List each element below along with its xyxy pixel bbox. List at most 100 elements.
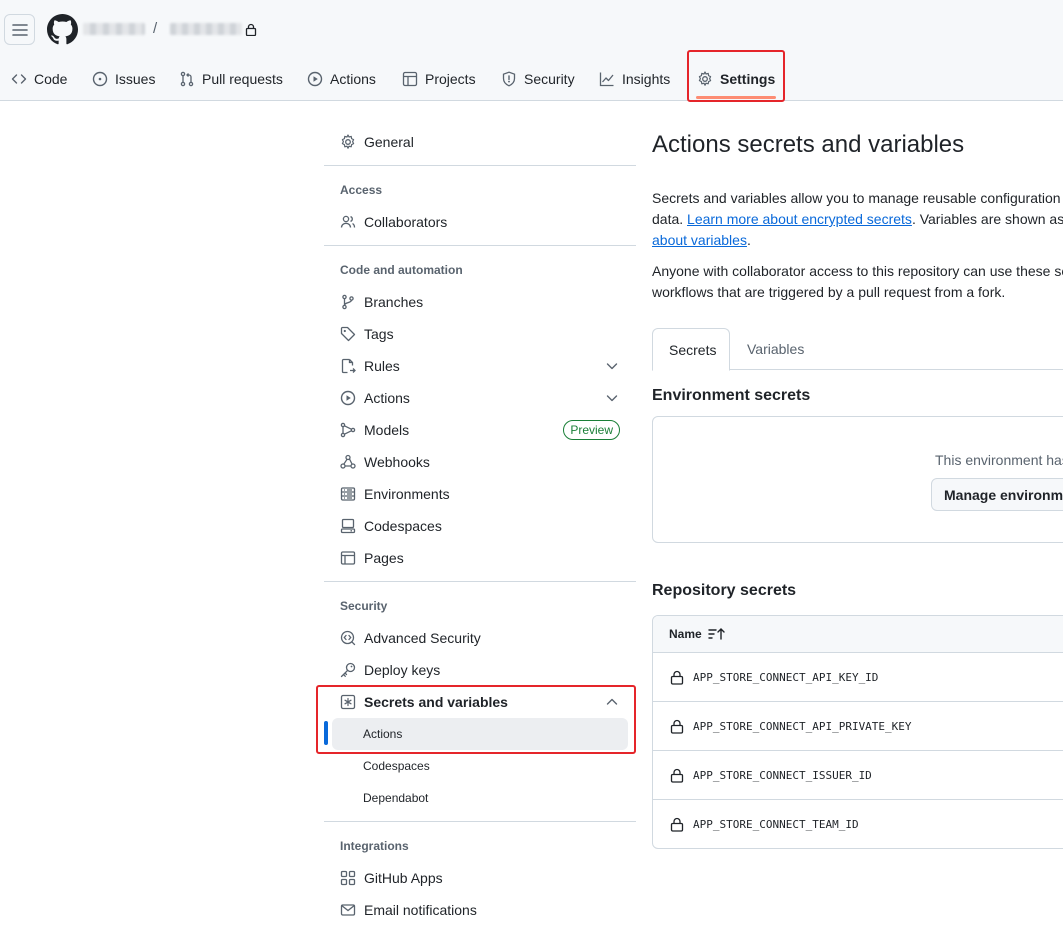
table-icon	[402, 71, 418, 87]
tab-label: Insights	[622, 71, 671, 87]
sort-ascending-icon[interactable]	[707, 627, 726, 641]
tab-label: Security	[524, 71, 575, 87]
tab-issues[interactable]: Issues	[92, 62, 155, 96]
breadcrumb-owner[interactable]	[83, 23, 145, 35]
secret-name: APP_STORE_CONNECT_TEAM_ID	[693, 818, 859, 831]
divider	[324, 165, 636, 166]
sidebar-item-label: GitHub Apps	[364, 870, 443, 886]
sidebar-item-label: Environments	[364, 486, 450, 502]
table-row: APP_STORE_CONNECT_ISSUER_ID	[653, 751, 1063, 800]
sidebar-item-pages[interactable]: Pages	[332, 542, 636, 574]
divider	[324, 821, 636, 822]
sidebar-item-email-notifications[interactable]: Email notifications	[332, 894, 636, 926]
tab-insights[interactable]: Insights	[599, 62, 670, 96]
secret-name: APP_STORE_CONNECT_API_KEY_ID	[693, 670, 879, 684]
sidebar-item-label: Actions	[364, 390, 410, 406]
apps-icon	[340, 870, 356, 886]
sidebar-item-label: Codespaces	[364, 518, 442, 534]
sidebar-item-label: Models	[364, 422, 410, 438]
table-row: APP_STORE_CONNECT_API_PRIVATE_KEY	[653, 702, 1063, 751]
rules-icon	[341, 358, 356, 374]
tab-label: Code	[34, 71, 68, 87]
sidebar-item-collaborators[interactable]: Collaborators	[332, 206, 636, 238]
tab-actions[interactable]: Actions	[307, 62, 376, 96]
hamburger-icon	[11, 23, 28, 36]
issue-icon	[92, 71, 108, 87]
tab-label: Projects	[425, 71, 476, 87]
table-header: Name	[653, 616, 1063, 653]
chevron-down-icon[interactable]	[604, 390, 620, 406]
gear-icon	[341, 134, 355, 149]
secret-name: APP_STORE_CONNECT_ISSUER_ID	[693, 768, 872, 782]
tab-label: Variables	[747, 341, 805, 357]
tag-icon	[340, 326, 356, 342]
pull-request-icon	[180, 71, 194, 87]
secrets-variables-tabs: Secrets Variables	[652, 328, 1063, 371]
tab-pull-requests[interactable]: Pull requests	[179, 62, 283, 96]
sidebar-item-deploy-keys[interactable]: Deploy keys	[332, 654, 636, 686]
learn-more-secrets-link[interactable]: Learn more about encrypted secrets	[687, 211, 912, 227]
environment-empty-text: This environment has	[935, 452, 1063, 468]
repository-secrets-title: Repository secrets	[652, 582, 797, 599]
repository-secrets-table: Name APP_STORE_CONNECT_API_KEY_ID APP_ST…	[652, 615, 1063, 849]
server-icon	[340, 487, 356, 501]
sidebar-item-label: General	[364, 134, 414, 150]
sidebar-item-rules[interactable]: Rules	[332, 350, 636, 382]
tab-variables[interactable]: Variables	[731, 328, 820, 370]
intro-text: . Variables are shown as p	[911, 211, 1063, 227]
github-logo-icon[interactable]	[47, 14, 78, 45]
sidebar-item-github-apps[interactable]: GitHub Apps	[332, 862, 636, 894]
sidebar-heading-integrations: Integrations	[340, 839, 409, 853]
sidebar-item-environments[interactable]: Environments	[332, 478, 636, 510]
tab-code[interactable]: Code	[11, 62, 67, 96]
tab-label: Secrets	[669, 341, 717, 358]
mail-icon	[340, 904, 356, 916]
menu-button[interactable]	[4, 14, 35, 45]
lock-icon	[245, 23, 257, 36]
intro-paragraph: Secrets and variables allow you to manag…	[652, 188, 1063, 251]
intro-text: .	[746, 232, 751, 248]
key-icon	[340, 662, 356, 678]
breadcrumb-repo[interactable]	[170, 23, 242, 35]
sidebar-item-label: Deploy keys	[364, 662, 441, 678]
sidebar-item-actions[interactable]: Actions	[332, 382, 636, 414]
page-title: Actions secrets and variables	[652, 131, 965, 158]
sidebar-item-label: Tags	[364, 326, 394, 342]
sidebar-item-advanced-security[interactable]: Advanced Security	[332, 622, 636, 654]
sidebar-item-general[interactable]: General	[332, 126, 636, 158]
sidebar-subitem-codespaces[interactable]: Codespaces	[332, 750, 628, 782]
lock-icon	[670, 670, 684, 685]
secret-name: APP_STORE_CONNECT_API_PRIVATE_KEY	[693, 719, 912, 733]
lock-icon	[670, 817, 684, 832]
lock-icon	[670, 719, 684, 734]
tab-security[interactable]: Security	[501, 62, 575, 96]
models-icon	[340, 422, 356, 438]
access-paragraph: Anyone with collaborator access to this …	[652, 261, 1063, 303]
sidebar-heading-security: Security	[340, 599, 388, 613]
sidebar-heading-code-automation: Code and automation	[340, 263, 463, 277]
sidebar-subitem-dependabot[interactable]: Dependabot	[332, 782, 628, 814]
tab-secrets[interactable]: Secrets	[652, 328, 730, 371]
chevron-down-icon[interactable]	[604, 358, 620, 374]
environment-secrets-title: Environment secrets	[652, 387, 811, 404]
codescan-icon	[340, 630, 356, 646]
manage-environments-button[interactable]: Manage environme	[931, 478, 1063, 511]
sidebar-item-branches[interactable]: Branches	[332, 286, 636, 318]
sidebar-item-codespaces[interactable]: Codespaces	[332, 510, 636, 542]
access-text: Anyone with collaborator access to this …	[652, 263, 1063, 279]
repo-header: / Code Issues Pull requests Actions Proj…	[0, 0, 1063, 101]
tab-label: Pull requests	[202, 71, 283, 87]
tab-projects[interactable]: Projects	[402, 62, 476, 96]
tab-label: Actions	[330, 71, 376, 87]
sidebar-item-tags[interactable]: Tags	[332, 318, 636, 350]
divider	[324, 245, 636, 246]
sidebar-item-models[interactable]: Models Preview	[332, 414, 636, 446]
branch-icon	[342, 294, 354, 310]
breadcrumb-separator: /	[153, 20, 158, 37]
sidebar-item-webhooks[interactable]: Webhooks	[332, 446, 636, 478]
sidebar-item-label: Email notifications	[364, 902, 477, 918]
learn-more-variables-link[interactable]: about variables	[652, 232, 747, 248]
browser-icon	[340, 551, 356, 565]
sidebar-subitem-label: Dependabot	[363, 791, 429, 805]
sidebar-item-label: Collaborators	[364, 214, 448, 230]
